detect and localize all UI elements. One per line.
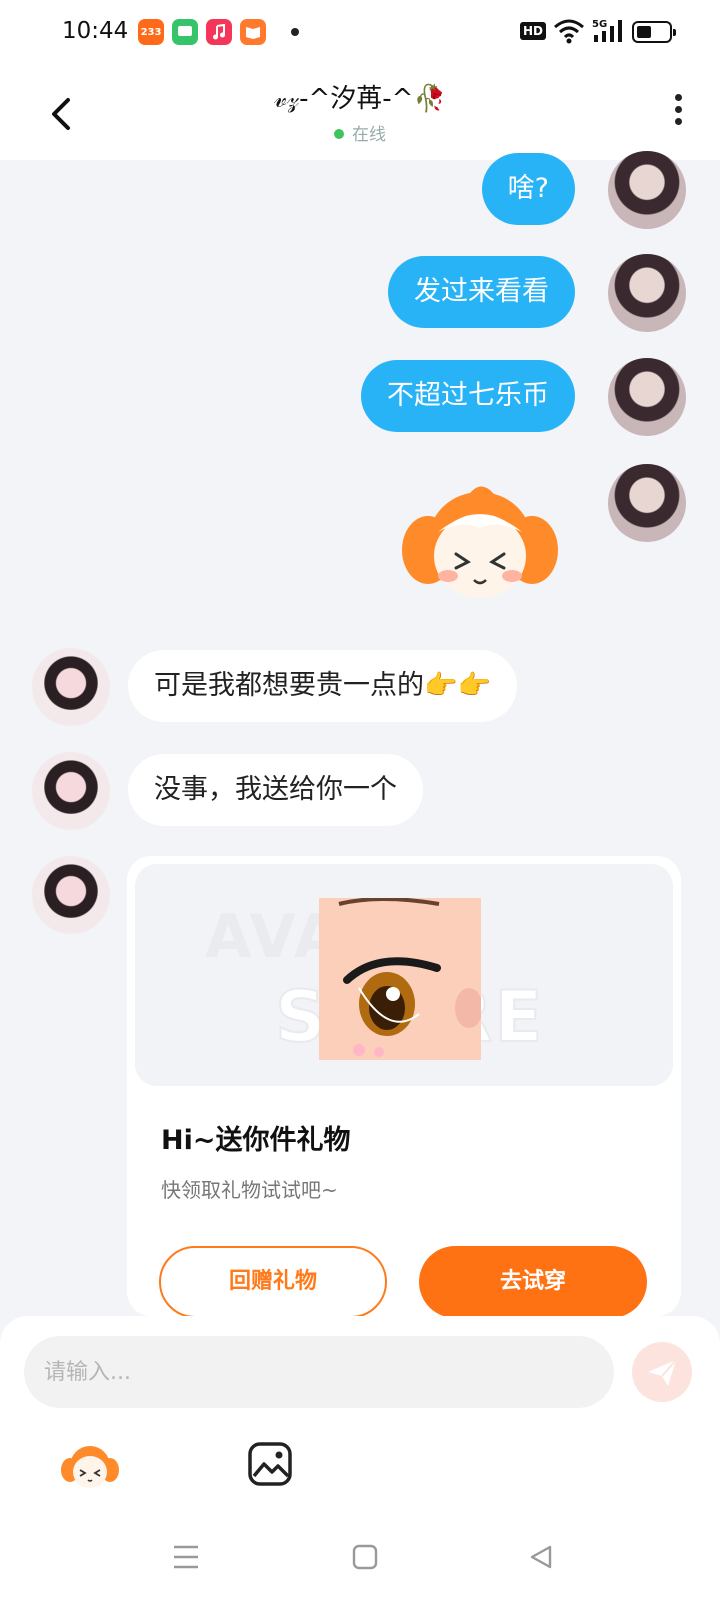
gift-card[interactable]: AVATAR STORE Hi~送你件礼物 快领取礼物试试吧~ 回赠礼物 去试穿 [127,856,681,1318]
image-icon [248,1442,292,1486]
more-options-button[interactable] [668,90,688,140]
battery-icon [632,21,676,43]
home-square-icon[interactable] [352,1544,378,1570]
outgoing-message[interactable]: 发过来看看 [388,256,575,328]
music-app-icon [206,19,232,45]
return-gift-button[interactable]: 回赠礼物 [159,1246,387,1318]
chat-header: 𝓋𝓏-^汐苒-^🥀 在线 [0,64,720,160]
signal-icon: 5G [592,19,622,42]
contact-avatar[interactable] [32,648,110,726]
self-avatar[interactable] [608,254,686,332]
wifi-icon [554,19,584,44]
self-avatar[interactable] [608,151,686,229]
online-dot-icon [334,129,344,139]
hd-badge: HD [520,22,547,40]
input-area [0,1316,720,1516]
gift-image-area: AVATAR STORE [135,864,673,1086]
incoming-message[interactable]: 没事，我送给你一个 [128,754,423,826]
contact-avatar[interactable] [32,752,110,830]
menu-icon[interactable] [172,1544,200,1570]
contact-avatar[interactable] [32,856,110,934]
mascot-emoji-button[interactable] [60,1440,120,1494]
reader-app-icon [240,19,266,45]
incoming-message[interactable]: 可是我都想要贵一点的👉👉 [128,650,518,722]
orange-mascot-sticker[interactable] [398,480,562,606]
self-avatar[interactable] [608,358,686,436]
send-icon [648,1359,677,1386]
online-status: 在线 [0,120,720,145]
more-vertical-icon [668,94,688,125]
chat-app-icon [172,19,198,45]
233-app-icon: 233 [138,19,164,45]
try-on-button[interactable]: 去试穿 [419,1246,647,1318]
send-button[interactable] [632,1342,692,1402]
gift-title: Hi~送你件礼物 [161,1125,351,1156]
contact-name: 𝓋𝓏-^汐苒-^🥀 [274,84,446,114]
back-triangle-icon[interactable] [528,1544,554,1570]
status-bar: 10:44 233 HD 5G [0,0,720,64]
network-type-label: 5G [592,19,607,30]
gift-subtitle: 快领取礼物试试吧~ [161,1178,338,1202]
avatar-eye-gift-image [319,898,481,1060]
online-status-label: 在线 [352,125,386,145]
notification-dot [291,28,299,36]
self-avatar[interactable] [608,464,686,542]
system-navigation-bar [0,1516,720,1612]
mascot-emoji-icon [61,1446,119,1488]
outgoing-message[interactable]: 啥? [481,153,575,225]
image-picker-button[interactable] [246,1440,294,1488]
status-time: 10:44 [62,18,129,44]
message-input[interactable] [24,1336,614,1408]
outgoing-message[interactable]: 不超过七乐币 [361,360,575,432]
